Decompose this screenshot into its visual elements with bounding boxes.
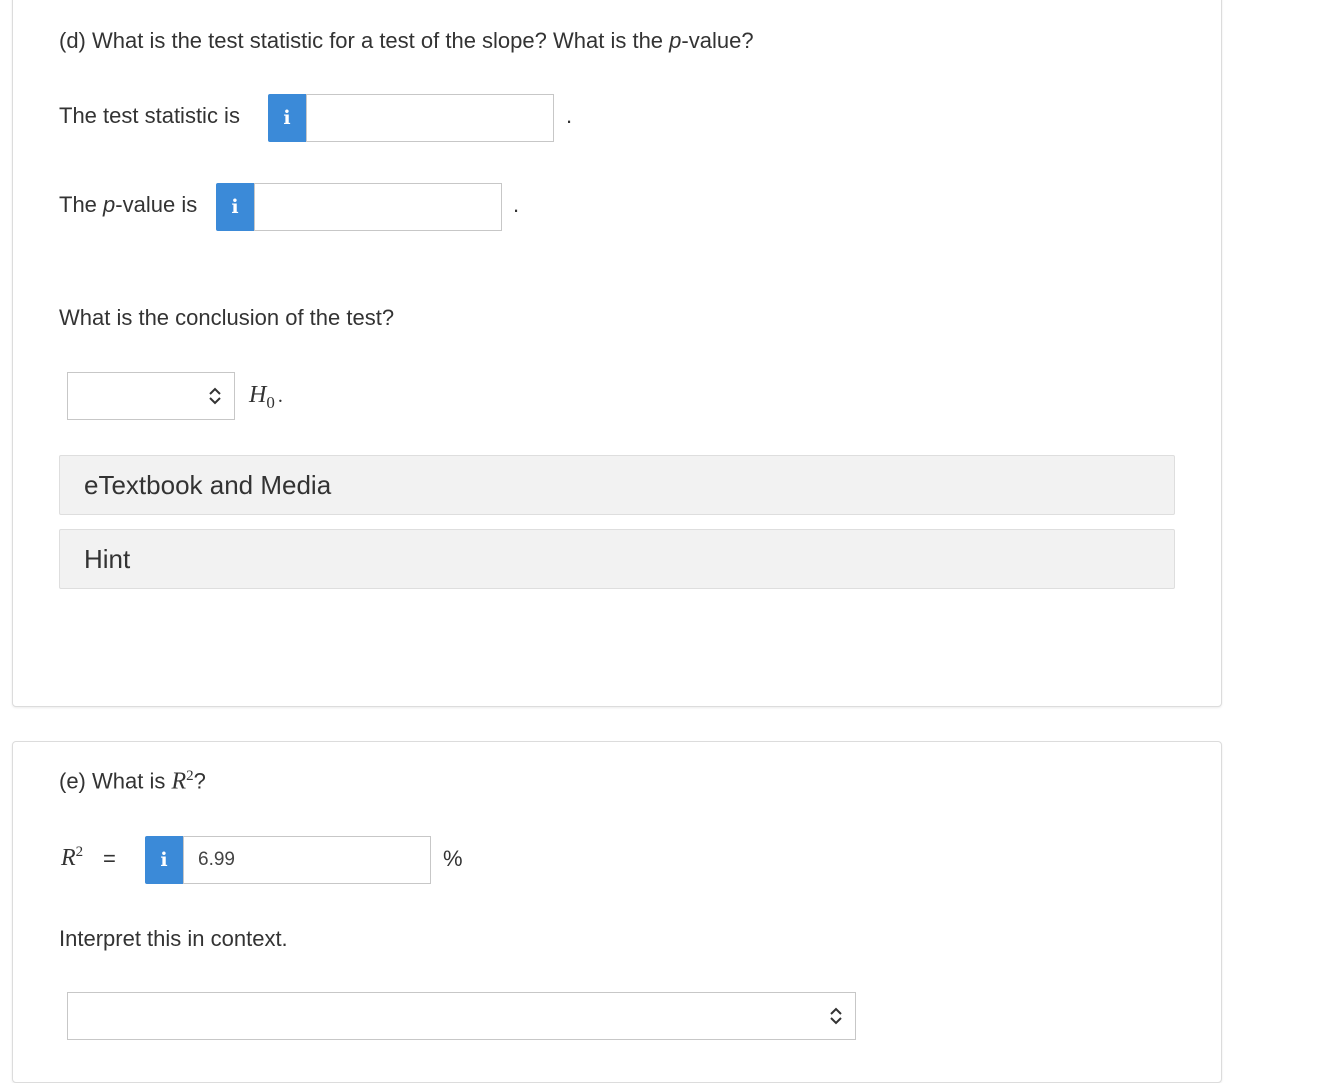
percent-unit: % xyxy=(443,846,463,871)
conclusion-select[interactable] xyxy=(67,372,235,420)
question-card-e: (e) What is R2? R2 = i % Interpret this … xyxy=(12,741,1222,1083)
chevron-updown-icon xyxy=(830,1007,842,1025)
test-statistic-info-icon[interactable]: i xyxy=(268,94,306,142)
equals-sign: = xyxy=(103,846,116,871)
question-e-title: (e) What is R2? xyxy=(59,768,206,795)
r-squared-info-icon[interactable]: i xyxy=(145,836,183,884)
question-card-d: (d) What is the test statistic for a tes… xyxy=(12,0,1222,707)
conclusion-question: What is the conclusion of the test? xyxy=(59,305,395,330)
question-d-title: (d) What is the test statistic for a tes… xyxy=(59,28,754,53)
interpret-label: Interpret this in context. xyxy=(59,926,288,951)
test-statistic-label: The test statistic is xyxy=(59,103,240,128)
pvalue-input[interactable] xyxy=(254,183,502,231)
pvalue-info-icon[interactable]: i xyxy=(216,183,254,231)
hint-accordion[interactable]: Hint xyxy=(59,529,1175,589)
pvalue-period: . xyxy=(513,192,520,217)
etextbook-media-accordion[interactable]: eTextbook and Media xyxy=(59,455,1175,515)
test-statistic-period: . xyxy=(566,103,573,128)
r-squared-label: R2 xyxy=(61,844,84,871)
chevron-updown-icon xyxy=(209,387,221,405)
pvalue-label: The p-value is xyxy=(59,192,198,217)
h0-label: H0. xyxy=(249,382,283,412)
test-statistic-input[interactable] xyxy=(306,94,554,142)
r-squared-input[interactable] xyxy=(183,836,431,884)
interpret-select[interactable] xyxy=(67,992,856,1040)
